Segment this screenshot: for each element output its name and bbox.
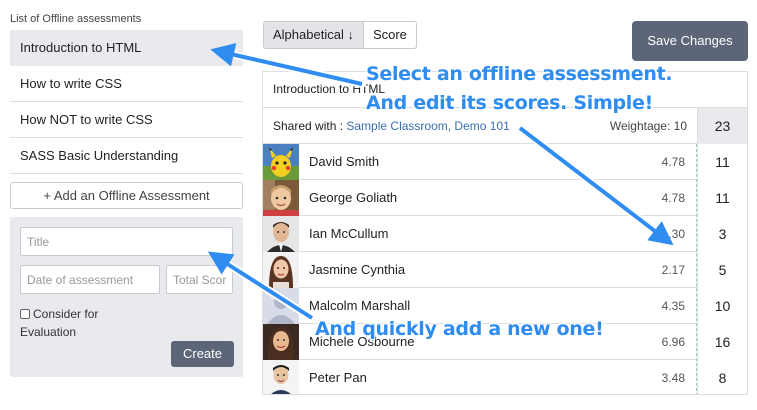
total-score-input[interactable] <box>166 265 233 294</box>
consider-for-evaluation-label: Consider for Evaluation <box>20 307 99 339</box>
woman2-avatar <box>263 324 299 360</box>
student-average: 6.96 <box>661 335 685 349</box>
woman-avatar <box>263 252 299 288</box>
student-name: Michele Osbourne <box>309 334 415 349</box>
average-divider <box>696 144 697 394</box>
sort-toggle-group: Alphabetical ↓ Score <box>263 21 417 49</box>
shared-with-prefix: Shared with : <box>273 119 347 133</box>
student-score-cell[interactable]: 11 <box>697 144 747 180</box>
student-average: 3.48 <box>661 371 685 385</box>
student-score-cell[interactable]: 16 <box>697 324 747 360</box>
assessment-title: Introduction to HTML <box>263 72 747 108</box>
man-avatar <box>263 216 299 252</box>
create-button[interactable]: Create <box>171 341 234 367</box>
man2-avatar <box>263 360 299 394</box>
table-row: David Smith 4.78 11 <box>263 144 747 180</box>
sort-alphabetical-button[interactable]: Alphabetical ↓ <box>264 22 364 48</box>
student-name: Ian McCullum <box>309 226 389 241</box>
save-changes-button[interactable]: Save Changes <box>632 21 748 61</box>
default-avatar <box>263 288 299 324</box>
student-score-cell[interactable]: 11 <box>697 180 747 216</box>
assessment-list-header: List of Offline assessments <box>10 13 142 25</box>
title-input[interactable] <box>20 227 233 256</box>
shared-with-label: Shared with : Sample Classroom, Demo 101 <box>273 108 510 144</box>
student-name: Jasmine Cynthia <box>309 262 406 277</box>
student-average: 4.78 <box>661 155 685 169</box>
table-row: Jasmine Cynthia 2.17 5 <box>263 252 747 288</box>
assessment-list: Introduction to HTML How to write CSS Ho… <box>10 30 243 174</box>
sort-score-button[interactable]: Score <box>364 22 416 48</box>
student-name: Malcolm Marshall <box>309 298 411 313</box>
consider-for-evaluation-row: Consider for Evaluation <box>20 305 150 341</box>
table-row: Malcolm Marshall 4.35 10 <box>263 288 747 324</box>
add-offline-assessment-button[interactable]: + Add an Offline Assessment <box>10 182 243 209</box>
table-row: Michele Osbourne 6.96 16 <box>263 324 747 360</box>
scores-table: Introduction to HTML Shared with : Sampl… <box>262 71 748 395</box>
assessment-item-sass-basic[interactable]: SASS Basic Understanding <box>10 138 243 174</box>
student-score-cell[interactable]: 5 <box>697 252 747 288</box>
new-assessment-form: Consider for Evaluation Create <box>10 217 243 377</box>
table-row: Peter Pan 3.48 8 <box>263 360 747 394</box>
shared-with-row: Shared with : Sample Classroom, Demo 101… <box>263 108 747 144</box>
assessment-item-introduction-to-html[interactable]: Introduction to HTML <box>10 30 243 66</box>
student-name: George Goliath <box>309 190 398 205</box>
student-average: 4.35 <box>661 299 685 313</box>
student-average: 4.78 <box>661 191 685 205</box>
student-score-cell[interactable]: 10 <box>697 288 747 324</box>
date-of-assessment-input[interactable] <box>20 265 160 294</box>
table-row: George Goliath 4.78 11 <box>263 180 747 216</box>
student-average: 2.17 <box>661 263 685 277</box>
consider-for-evaluation-checkbox[interactable] <box>20 309 30 319</box>
table-row: Ian McCullum 1.30 3 <box>263 216 747 252</box>
assessment-item-how-to-write-css[interactable]: How to write CSS <box>10 66 243 102</box>
child-avatar <box>263 180 299 216</box>
shared-with-classrooms-link[interactable]: Sample Classroom, Demo 101 <box>346 119 509 133</box>
student-score-cell[interactable]: 8 <box>697 360 747 394</box>
student-name: Peter Pan <box>309 370 367 385</box>
student-average: 1.30 <box>661 227 685 241</box>
weightage-label: Weightage: 10 <box>609 119 687 133</box>
total-score-value[interactable]: 23 <box>697 108 747 144</box>
student-score-cell[interactable]: 3 <box>697 216 747 252</box>
assessment-item-how-not-to-write-css[interactable]: How NOT to write CSS <box>10 102 243 138</box>
student-name: David Smith <box>309 154 380 169</box>
pikachu-avatar <box>263 144 299 180</box>
